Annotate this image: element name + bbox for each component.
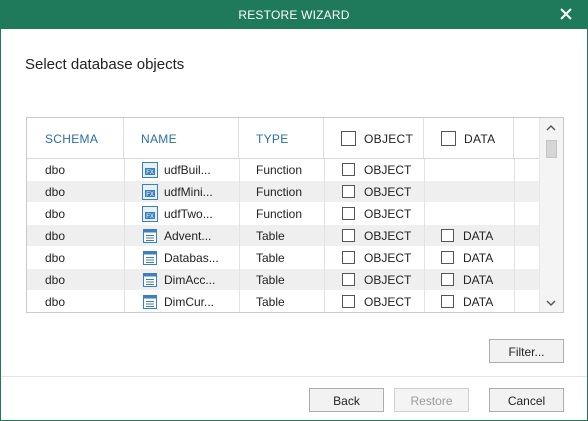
column-name[interactable]: NAME <box>124 118 239 158</box>
row-schema: dbo <box>45 229 66 243</box>
grid-rows: dbo FX udfBuil... Function OBJECT dbo FX… <box>27 159 539 312</box>
close-icon[interactable] <box>557 5 575 23</box>
row-type: Function <box>256 207 303 221</box>
select-all-object-checkbox[interactable] <box>341 131 356 146</box>
row-name: Databas... <box>164 251 219 265</box>
title-bar: RESTORE WIZARD <box>1 1 587 29</box>
page-heading: Select database objects <box>25 56 185 73</box>
table-icon <box>142 272 158 288</box>
restore-wizard-window: RESTORE WIZARD Select database objects S… <box>0 0 588 421</box>
object-checkbox[interactable] <box>342 273 355 286</box>
object-checkbox[interactable] <box>342 207 355 220</box>
row-name: DimCur... <box>164 295 215 309</box>
row-type: Table <box>256 251 285 265</box>
table-row[interactable]: dbo Advent... Table OBJECT DATA <box>27 225 539 247</box>
data-checkbox[interactable] <box>441 295 454 308</box>
select-all-data-checkbox[interactable] <box>441 131 456 146</box>
data-checkbox-label: DATA <box>463 295 494 309</box>
row-type: Function <box>256 185 303 199</box>
cancel-button[interactable]: Cancel <box>489 388 564 412</box>
scroll-down-icon[interactable] <box>546 298 556 308</box>
row-type: Function <box>256 163 303 177</box>
row-schema: dbo <box>45 251 66 265</box>
row-schema: dbo <box>45 163 66 177</box>
vertical-scrollbar[interactable] <box>539 118 563 312</box>
table-icon <box>142 250 158 266</box>
object-checkbox[interactable] <box>342 185 355 198</box>
data-checkbox-label: DATA <box>463 229 494 243</box>
scroll-up-icon[interactable] <box>546 123 556 133</box>
restore-button[interactable]: Restore <box>394 388 469 412</box>
column-schema[interactable]: SCHEMA <box>27 118 124 158</box>
window-title: RESTORE WIZARD <box>238 8 350 22</box>
grid-header: SCHEMA NAME TYPE OBJECT DATA <box>27 118 539 159</box>
object-checkbox-label: OBJECT <box>364 229 412 243</box>
row-name: Advent... <box>164 229 212 243</box>
row-name: udfMini... <box>164 185 213 199</box>
table-row[interactable]: dbo FX udfMini... Function OBJECT <box>27 181 539 203</box>
column-name-label: NAME <box>141 132 177 146</box>
scrollbar-thumb[interactable] <box>546 140 557 158</box>
table-row[interactable]: dbo FX udfTwo... Function OBJECT <box>27 203 539 225</box>
row-type: Table <box>256 273 285 287</box>
object-checkbox[interactable] <box>342 229 355 242</box>
column-type-label: TYPE <box>256 132 289 146</box>
row-name: udfTwo... <box>164 207 213 221</box>
object-checkbox-label: OBJECT <box>364 163 412 177</box>
row-schema: dbo <box>45 295 66 309</box>
data-checkbox-label: DATA <box>463 273 494 287</box>
function-icon: FX <box>142 184 158 200</box>
column-data-label: DATA <box>464 132 496 146</box>
function-icon: FX <box>142 162 158 178</box>
row-name: udfBuil... <box>164 163 211 177</box>
object-checkbox-label: OBJECT <box>364 207 412 221</box>
table-icon <box>142 294 158 310</box>
data-checkbox[interactable] <box>441 273 454 286</box>
table-row[interactable]: dbo Databas... Table OBJECT DATA <box>27 247 539 269</box>
table-row[interactable]: dbo FX udfBuil... Function OBJECT <box>27 159 539 181</box>
column-object-label: OBJECT <box>364 132 414 146</box>
function-icon: FX <box>142 206 158 222</box>
column-schema-label: SCHEMA <box>45 132 99 146</box>
data-checkbox[interactable] <box>441 229 454 242</box>
footer-divider <box>1 376 587 377</box>
row-type: Table <box>256 229 285 243</box>
data-checkbox-label: DATA <box>463 251 494 265</box>
object-checkbox[interactable] <box>342 295 355 308</box>
database-objects-grid: SCHEMA NAME TYPE OBJECT DATA dbo FX udfB… <box>26 117 564 313</box>
object-checkbox[interactable] <box>342 163 355 176</box>
object-checkbox[interactable] <box>342 251 355 264</box>
svg-text:FX: FX <box>146 214 154 220</box>
back-button[interactable]: Back <box>309 388 384 412</box>
svg-text:FX: FX <box>146 192 154 198</box>
object-checkbox-label: OBJECT <box>364 251 412 265</box>
column-data: DATA <box>424 118 514 158</box>
table-row[interactable]: dbo DimCur... Table OBJECT DATA <box>27 291 539 312</box>
row-type: Table <box>256 295 285 309</box>
table-icon <box>142 228 158 244</box>
table-row[interactable]: dbo DimAcc... Table OBJECT DATA <box>27 269 539 291</box>
column-type[interactable]: TYPE <box>239 118 324 158</box>
row-name: DimAcc... <box>164 273 216 287</box>
data-checkbox[interactable] <box>441 251 454 264</box>
row-schema: dbo <box>45 185 66 199</box>
filter-button[interactable]: Filter... <box>489 339 564 363</box>
object-checkbox-label: OBJECT <box>364 295 412 309</box>
svg-text:FX: FX <box>146 170 154 176</box>
row-schema: dbo <box>45 273 66 287</box>
row-schema: dbo <box>45 207 66 221</box>
object-checkbox-label: OBJECT <box>364 185 412 199</box>
object-checkbox-label: OBJECT <box>364 273 412 287</box>
column-object: OBJECT <box>324 118 424 158</box>
